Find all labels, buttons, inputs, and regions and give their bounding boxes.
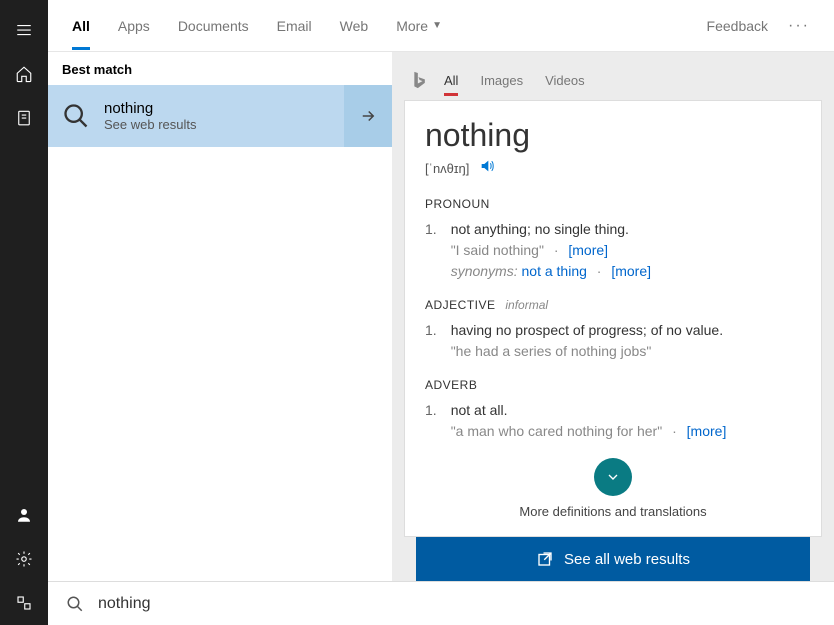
bing-tab-all[interactable]: All [444, 63, 458, 98]
hamburger-icon[interactable] [0, 8, 48, 52]
pos-tag: informal [505, 298, 548, 312]
pos-adjective: ADJECTIVE informal [425, 298, 801, 312]
bing-logo-icon [412, 70, 426, 90]
pictures-icon[interactable] [0, 581, 48, 625]
main-area: All Apps Documents Email Web More ▼ Feed… [48, 0, 834, 625]
open-external-icon [536, 550, 554, 568]
dictionary-word: nothing [425, 117, 801, 154]
nav-rail [0, 0, 48, 625]
arrow-right-icon [359, 107, 377, 125]
result-item[interactable]: nothing See web results [48, 85, 344, 147]
pos-adverb: ADVERB [425, 378, 801, 392]
definition-text: not anything; no single thing. [451, 219, 801, 240]
tab-all[interactable]: All [72, 2, 90, 50]
content-area: Best match nothing See web results [48, 52, 834, 581]
preview-pane: All Images Videos nothing [ˈnʌθɪŋ] PRONO… [392, 52, 834, 581]
definition-text: having no prospect of progress; of no va… [451, 320, 801, 341]
def-number: 1. [425, 400, 437, 442]
more-link[interactable]: [more] [611, 263, 651, 279]
tab-more[interactable]: More ▼ [396, 2, 442, 50]
synonyms-label: synonyms: [451, 263, 518, 279]
def-number: 1. [425, 219, 437, 282]
best-match-header: Best match [48, 52, 392, 85]
open-result-button[interactable] [344, 85, 392, 147]
search-icon [62, 102, 90, 130]
more-link[interactable]: [more] [568, 242, 608, 258]
pronunciation: [ˈnʌθɪŋ] [425, 161, 469, 176]
timeline-icon[interactable] [0, 96, 48, 140]
audio-icon[interactable] [479, 158, 495, 179]
gear-icon[interactable] [0, 537, 48, 581]
def-number: 1. [425, 320, 437, 362]
more-link[interactable]: [more] [687, 423, 727, 439]
pos-pronoun: PRONOUN [425, 197, 801, 211]
see-all-label: See all web results [564, 551, 690, 568]
tab-documents[interactable]: Documents [178, 2, 249, 50]
more-definitions-label: More definitions and translations [519, 504, 706, 519]
dictionary-card: nothing [ˈnʌθɪŋ] PRONOUN 1. not anything… [404, 100, 822, 537]
search-input[interactable] [98, 595, 816, 613]
more-options-icon[interactable]: ··· [788, 17, 810, 35]
synonym-link[interactable]: not a thing [522, 263, 587, 279]
filter-tabs: All Apps Documents Email Web More ▼ Feed… [48, 0, 834, 52]
home-icon[interactable] [0, 52, 48, 96]
see-all-web-results-button[interactable]: See all web results [416, 537, 810, 581]
result-subtitle: See web results [104, 117, 197, 132]
chevron-down-icon [605, 469, 621, 485]
example-text: "he had a series of nothing jobs" [451, 343, 652, 359]
example-text: "a man who cared nothing for her" [451, 423, 663, 439]
tab-more-label: More [396, 18, 428, 34]
tab-email[interactable]: Email [277, 2, 312, 50]
tab-apps[interactable]: Apps [118, 2, 150, 50]
feedback-link[interactable]: Feedback [707, 18, 768, 34]
bing-tab-videos[interactable]: Videos [545, 63, 585, 98]
result-row: nothing See web results [48, 85, 392, 147]
user-icon[interactable] [0, 493, 48, 537]
bing-tabs: All Images Videos [392, 60, 834, 100]
result-title: nothing [104, 100, 197, 117]
example-text: "I said nothing" [451, 242, 544, 258]
expand-button[interactable] [594, 458, 632, 496]
results-list: Best match nothing See web results [48, 52, 392, 581]
search-bar [48, 581, 834, 625]
definition-text: not at all. [451, 400, 801, 421]
bing-tab-images[interactable]: Images [480, 63, 523, 98]
tab-web[interactable]: Web [340, 2, 369, 50]
search-icon [66, 595, 84, 613]
chevron-down-icon: ▼ [432, 20, 442, 31]
